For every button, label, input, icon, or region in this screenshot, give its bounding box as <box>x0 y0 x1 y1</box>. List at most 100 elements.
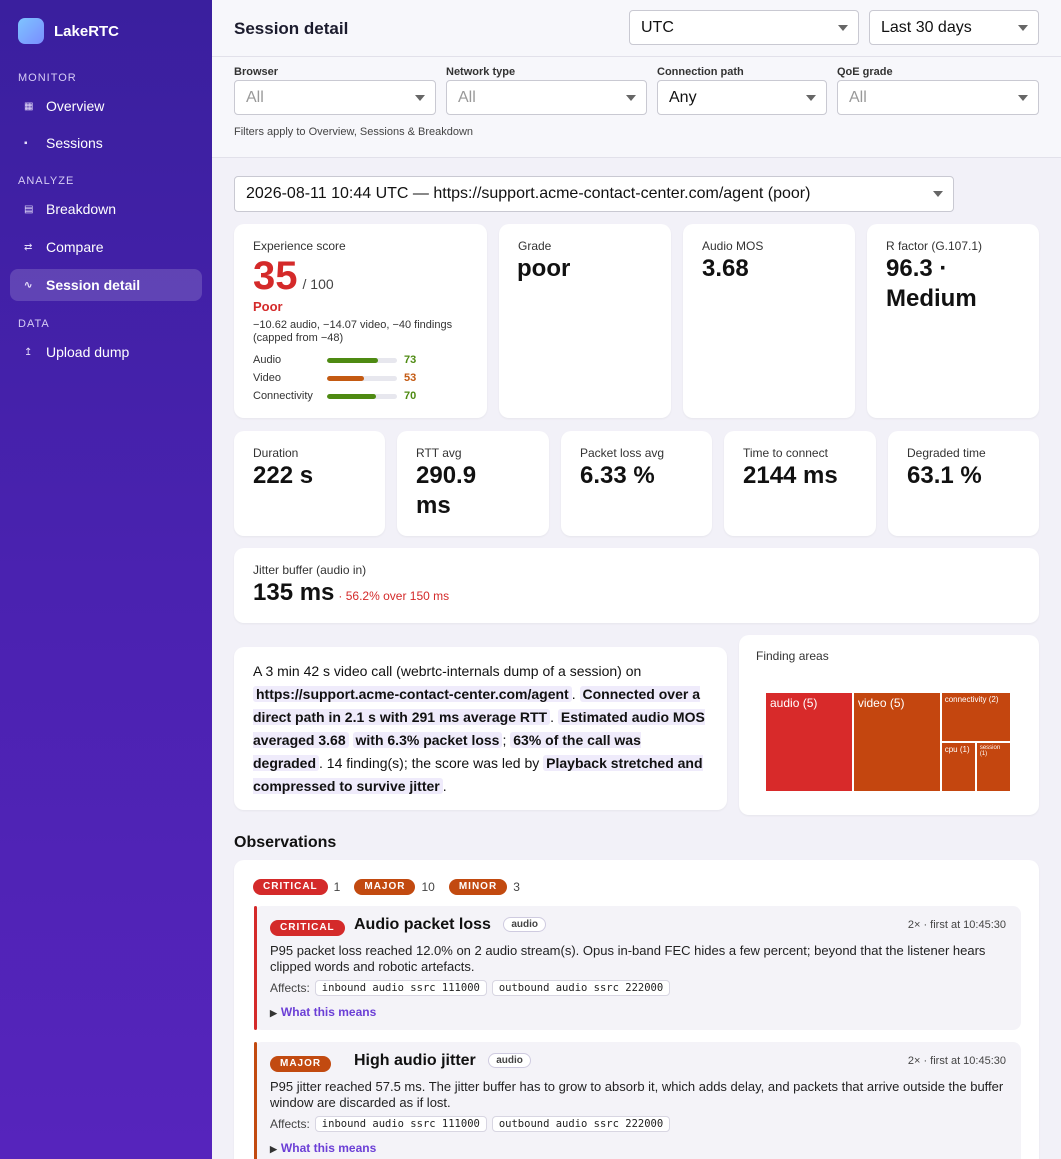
logo-icon <box>18 18 44 44</box>
observation-title-text: High audio jitter <box>354 1052 476 1069</box>
finding-areas-treemap: audio (5) video (5) connectivity (2) cpu (1… <box>766 693 1012 793</box>
sidebar-item-label: Compare <box>46 239 104 255</box>
path-filter-value: Any <box>669 88 697 106</box>
observations-title: Observations <box>234 834 337 851</box>
sidebar-item-label: Breakdown <box>46 201 117 217</box>
filter-label-browser: Browser <box>234 66 279 78</box>
affects-row: Affects: inbound audio ssrc 111000 outbo… <box>270 1116 671 1132</box>
sidebar-item-session-detail[interactable]: ∿ Session detail <box>10 269 202 301</box>
summary-text: . <box>550 709 554 725</box>
date-range-select[interactable]: Last 30 days <box>869 10 1039 45</box>
session-select[interactable]: 2026-08-11 10:44 UTC — https://support.a… <box>234 176 954 212</box>
kpi-value: 3.68 <box>702 255 749 282</box>
treemap-cell[interactable]: session (1) <box>976 743 1010 791</box>
critical-count: 1 <box>333 880 341 894</box>
network-filter-select[interactable]: All <box>446 80 647 115</box>
category-tag: audio <box>503 917 547 932</box>
filter-label-qoe: QoE grade <box>837 66 893 78</box>
critical-badge: CRITICAL <box>253 879 328 895</box>
sidebar-item-sessions[interactable]: ▪ Sessions <box>10 127 202 159</box>
what-this-means-label: What this means <box>280 1005 377 1019</box>
score-bar-value: 70 <box>404 390 417 402</box>
chevron-down-icon <box>1018 95 1028 101</box>
summary-text: . <box>571 686 576 702</box>
kpi-card-rtt: RTT avg 290.9 ms <box>397 431 549 536</box>
chevron-down-icon <box>626 95 636 101</box>
score-grade: Poor <box>253 299 283 314</box>
minor-count: 3 <box>513 880 520 894</box>
observation-item: CRITICAL Audio packet loss audio 2× · fi… <box>254 906 1021 1030</box>
affected-stream: outbound audio ssrc 222000 <box>491 980 671 996</box>
kpi-label: Degraded time <box>907 446 986 460</box>
nav-section-data: DATA <box>18 318 50 330</box>
timezone-select[interactable]: UTC <box>629 10 859 45</box>
kpi-card-r-factor: R factor (G.107.1) 96.3 · Medium <box>867 224 1039 418</box>
sidebar-item-upload-dump[interactable]: ↥ Upload dump <box>10 336 202 368</box>
treemap-cell[interactable]: cpu (1) <box>941 743 975 791</box>
summary-text: ; <box>502 732 507 748</box>
severity-stripe <box>254 906 257 1030</box>
session-summary: A 3 min 42 s video call (webrtc-internal… <box>253 660 709 798</box>
what-this-means-toggle[interactable]: ▶ What this means <box>270 1141 376 1155</box>
kpi-card-duration: Duration 222 s <box>234 431 385 536</box>
kpi-label: Time to connect <box>743 446 828 460</box>
swap-icon: ⇄ <box>24 241 33 253</box>
kpi-card-grade: Grade poor <box>499 224 671 418</box>
table-icon: ▤ <box>24 203 34 215</box>
kpi-value: 6.33 % <box>580 462 655 489</box>
score-bar-label: Video <box>253 372 281 384</box>
sidebar-item-label: Sessions <box>46 135 103 151</box>
path-filter-select[interactable]: Any <box>657 80 827 115</box>
what-this-means-toggle[interactable]: ▶ What this means <box>270 1005 376 1019</box>
kpi-value: 96.3 · Medium <box>886 255 977 312</box>
major-count: 10 <box>421 880 435 894</box>
square-icon: ▪ <box>24 137 28 149</box>
sidebar-item-breakdown[interactable]: ▤ Breakdown <box>10 193 202 225</box>
filter-label-path: Connection path <box>657 66 744 78</box>
treemap-cell[interactable]: audio (5) <box>766 693 852 791</box>
session-summary-card: A 3 min 42 s video call (webrtc-internal… <box>234 647 727 810</box>
kpi-value: 63.1 % <box>907 462 982 489</box>
qoe-filter-select[interactable]: All <box>837 80 1039 115</box>
sidebar-item-overview[interactable]: ▦ Overview <box>10 90 202 122</box>
sidebar-item-compare[interactable]: ⇄ Compare <box>10 231 202 263</box>
caret-right-icon: ▶ <box>270 1144 277 1154</box>
observation-title: High audio jitter audio <box>354 1052 531 1070</box>
affects-row: Affects: inbound audio ssrc 111000 outbo… <box>270 980 671 996</box>
severity-badge: CRITICAL <box>270 920 345 936</box>
kpi-label: Packet loss avg <box>580 446 665 460</box>
sidebar: LakeRTC MONITOR ▦ Overview ▪ Sessions AN… <box>0 0 212 1159</box>
severity-stripe <box>254 1042 257 1159</box>
kpi-card-packet-loss: Packet loss avg 6.33 % <box>561 431 712 536</box>
score-label: Experience score <box>253 239 346 253</box>
kpi-label: Audio MOS <box>702 239 764 253</box>
chevron-down-icon <box>838 25 848 31</box>
chevron-down-icon <box>933 191 943 197</box>
browser-filter-select[interactable]: All <box>234 80 436 115</box>
score-value: 35 <box>253 254 298 298</box>
score-bar-video: Video 53 <box>253 371 416 385</box>
app-logo[interactable]: LakeRTC <box>18 18 119 44</box>
kpi-card-degraded-time: Degraded time 63.1 % <box>888 431 1039 536</box>
timezone-value: UTC <box>641 18 674 36</box>
qoe-filter-value: All <box>849 88 867 106</box>
treemap-cell[interactable]: connectivity (2) <box>941 693 1010 741</box>
summary-highlight: with 6.3% packet loss <box>352 732 503 748</box>
affected-stream: inbound audio ssrc 111000 <box>314 980 487 996</box>
chevron-down-icon <box>415 95 425 101</box>
experience-score-card: Experience score 35 / 100 Poor −10.62 au… <box>234 224 487 418</box>
affected-stream: outbound audio ssrc 222000 <box>491 1116 671 1132</box>
observation-item: MAJOR High audio jitter audio 2× · first… <box>254 1042 1021 1159</box>
wave-icon: ∿ <box>24 279 33 291</box>
severity-counts: CRITICAL 1 MAJOR 10 MINOR 3 <box>253 879 520 895</box>
score-row: 35 / 100 <box>253 254 334 298</box>
grid-icon: ▦ <box>24 100 34 112</box>
session-select-value: 2026-08-11 10:44 UTC — https://support.a… <box>246 185 811 202</box>
score-bar-value: 53 <box>404 372 417 384</box>
score-bar-label: Connectivity <box>253 390 313 402</box>
page-title: Session detail <box>234 19 349 38</box>
kpi-card-audio-mos: Audio MOS 3.68 <box>683 224 855 418</box>
sidebar-item-label: Session detail <box>46 277 141 293</box>
caret-right-icon: ▶ <box>270 1008 277 1018</box>
treemap-cell[interactable]: video (5) <box>853 693 940 791</box>
